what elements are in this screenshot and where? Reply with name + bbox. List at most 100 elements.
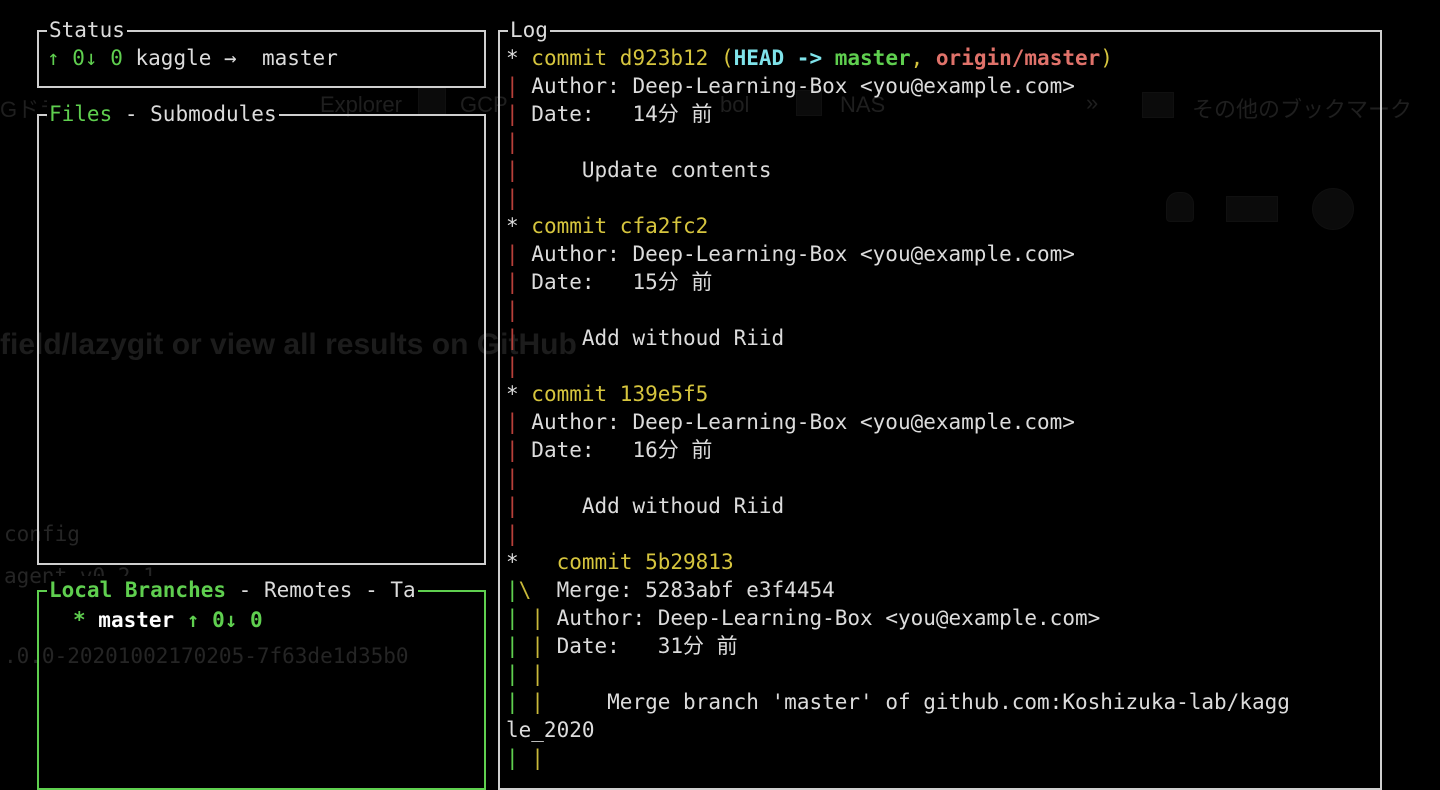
commit-hash: commit cfa2fc2 — [531, 214, 709, 238]
commit-date: Date: 14分 前 — [518, 102, 713, 126]
log-line: | | Merge branch 'master' of github.com:… — [506, 688, 1290, 716]
tab-remotes[interactable]: Remotes — [264, 578, 353, 602]
graph-edge: | — [531, 690, 544, 714]
graph-node: * — [506, 214, 532, 238]
branch-ref: master — [834, 46, 911, 70]
log-panel[interactable]: Log * commit d923b12 (HEAD -> master, or… — [498, 16, 1382, 790]
ref-close: ) — [1100, 46, 1113, 70]
tab-files[interactable]: Files — [49, 102, 112, 126]
log-line: | Date: 16分 前 — [506, 436, 712, 464]
graph-edge: | — [506, 102, 519, 126]
branch-row[interactable]: * master ↑ 0↓ 0 — [73, 606, 263, 634]
graph-edge: | — [506, 410, 519, 434]
sync-arrows: ↑ 0↓ 0 — [47, 46, 123, 70]
graph-edge: | — [506, 186, 519, 210]
log-line: | Update contents — [506, 156, 772, 184]
tab-submodules[interactable]: Submodules — [150, 102, 276, 126]
tab-tags[interactable]: Ta — [390, 578, 415, 602]
commit-author: Author: Deep-Learning-Box <you@example.c… — [518, 410, 1075, 434]
commit-date: Date: 16分 前 — [518, 438, 713, 462]
graph-node: * — [506, 46, 532, 70]
graph-edge: | — [506, 606, 532, 630]
graph-edge: | — [506, 494, 519, 518]
graph-edge: | — [506, 158, 519, 182]
graph-edge: | — [506, 690, 532, 714]
commit-date: Date: 15分 前 — [518, 270, 713, 294]
log-line: | | Author: Deep-Learning-Box <you@examp… — [506, 604, 1100, 632]
folder-icon — [418, 88, 446, 116]
graph-edge: | — [506, 74, 519, 98]
panel-title: Log — [508, 16, 550, 44]
arrow-icon: → — [224, 46, 237, 70]
log-line: | — [506, 352, 519, 380]
remote-ref: origin/master — [935, 46, 1101, 70]
graph-edge: | — [506, 130, 519, 154]
graph-edge: | — [506, 354, 519, 378]
commit-hash: commit 139e5f5 — [531, 382, 709, 406]
graph-node: * — [506, 550, 557, 574]
commit-author: Author: Deep-Learning-Box <you@example.c… — [543, 606, 1101, 630]
graph-edge: | — [506, 662, 532, 686]
commit-message: Update contents — [518, 158, 772, 182]
commit-message: Add withoud Riid — [518, 494, 785, 518]
log-line: | Add withoud Riid — [506, 324, 784, 352]
graph-edge: | — [506, 438, 519, 462]
commit-hash: commit 5b29813 — [556, 550, 734, 574]
current-branch-marker: * — [73, 608, 99, 632]
head-ref: HEAD -> — [733, 46, 835, 70]
graph-edge: | — [506, 522, 519, 546]
log-line: | Author: Deep-Learning-Box <you@example… — [506, 408, 1075, 436]
graph-edge: | — [531, 662, 544, 686]
log-line: * commit cfa2fc2 — [506, 212, 708, 240]
graph-edge: | — [506, 242, 519, 266]
log-line: le_2020 — [506, 716, 595, 744]
log-line: | — [506, 464, 519, 492]
repo-name: kaggle — [135, 46, 212, 70]
log-line: | — [506, 296, 519, 324]
log-line: | | Date: 31分 前 — [506, 632, 738, 660]
commit-hash: commit d923b12 ( — [531, 46, 734, 70]
log-line: * commit d923b12 (HEAD -> master, origin… — [506, 44, 1113, 72]
panel-tabs: Files - Submodules — [47, 100, 279, 128]
commit-message: Add withoud Riid — [518, 326, 785, 350]
log-line: | Add withoud Riid — [506, 492, 784, 520]
commit-author: Author: Deep-Learning-Box <you@example.c… — [518, 74, 1075, 98]
log-line: * commit 5b29813 — [506, 548, 734, 576]
log-line: | Author: Deep-Learning-Box <you@example… — [506, 72, 1075, 100]
graph-edge: | — [506, 298, 519, 322]
graph-node: * — [506, 382, 532, 406]
ref-separator: , — [910, 46, 936, 70]
graph-edge: | — [506, 634, 532, 658]
log-line: | | — [506, 660, 544, 688]
files-panel[interactable]: Files - Submodules — [37, 100, 486, 565]
graph-edge: \ — [518, 578, 532, 602]
graph-edge: | — [506, 746, 532, 770]
log-line: | Author: Deep-Learning-Box <you@example… — [506, 240, 1075, 268]
commit-date: Date: 31分 前 — [543, 634, 738, 658]
graph-edge: | — [506, 270, 519, 294]
graph-edge: | — [531, 606, 544, 630]
branches-panel[interactable]: Local Branches - Remotes - Ta * master ↑… — [37, 576, 486, 790]
graph-edge: | — [506, 578, 519, 602]
log-line: | Date: 15分 前 — [506, 268, 712, 296]
panel-tabs: Local Branches - Remotes - Ta — [47, 576, 418, 604]
merge-parents: Merge: 5283abf e3f4454 — [531, 578, 835, 602]
tab-separator: - — [226, 578, 264, 602]
sync-arrows: ↑ 0↓ 0 — [174, 608, 263, 632]
tab-separator: - — [112, 102, 151, 126]
graph-edge: | — [506, 326, 519, 350]
tab-local-branches[interactable]: Local Branches — [49, 578, 226, 602]
panel-title: Status — [47, 16, 127, 44]
graph-edge: | — [531, 634, 544, 658]
commit-message-wrap: le_2020 — [506, 718, 595, 742]
status-panel[interactable]: Status ↑ 0↓ 0 kaggle → master — [37, 16, 486, 88]
tab-separator: - — [352, 578, 391, 602]
log-line: | — [506, 128, 519, 156]
status-line: ↑ 0↓ 0 kaggle → master — [47, 44, 338, 72]
graph-edge: | — [531, 746, 544, 770]
branch-name: master — [98, 608, 175, 632]
commit-message: Merge branch 'master' of github.com:Kosh… — [543, 690, 1290, 714]
log-line: | | — [506, 744, 544, 772]
commit-author: Author: Deep-Learning-Box <you@example.c… — [518, 242, 1075, 266]
log-line: | Date: 14分 前 — [506, 100, 712, 128]
